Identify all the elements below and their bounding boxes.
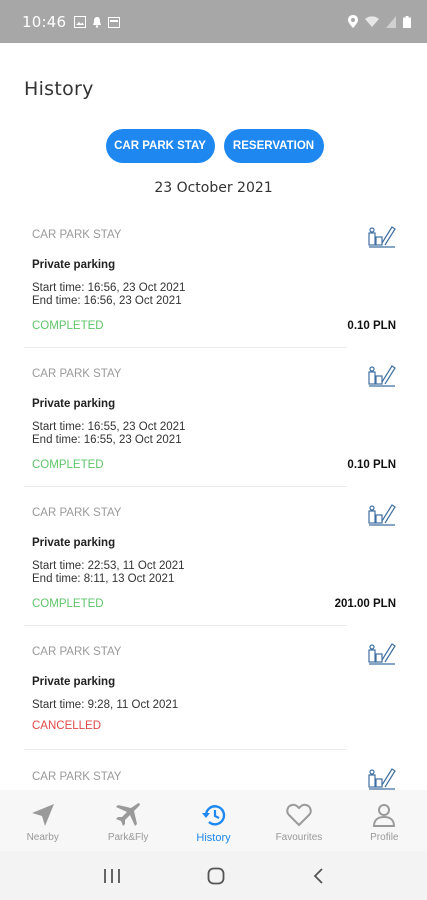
recents-icon[interactable] xyxy=(103,868,121,884)
parking-icon xyxy=(368,643,396,665)
back-icon[interactable] xyxy=(312,867,324,885)
system-nav-bar xyxy=(0,851,427,900)
nav-profile[interactable]: Profile xyxy=(342,790,427,851)
nav-label: Profile xyxy=(370,832,399,843)
parking-icon xyxy=(368,504,396,526)
home-icon[interactable] xyxy=(207,867,225,885)
history-card[interactable]: CAR PARK STAY xyxy=(32,757,396,790)
signal-icon xyxy=(386,15,396,28)
divider xyxy=(24,749,347,750)
person-icon xyxy=(373,804,396,827)
airplane-icon xyxy=(116,803,140,826)
history-card[interactable]: CAR PARK STAY Private parking Start time… xyxy=(32,632,396,747)
history-icon xyxy=(201,805,225,826)
card-name: Private parking xyxy=(32,676,116,688)
card-type: CAR PARK STAY xyxy=(32,229,122,241)
parking-icon xyxy=(368,226,396,248)
status-badge: COMPLETED xyxy=(32,459,104,471)
card-type: CAR PARK STAY xyxy=(32,368,122,380)
card-start-time: Start time: 9:28, 11 Oct 2021 xyxy=(32,699,179,711)
bottom-nav: Nearby Park&Fly History Favourites Profi… xyxy=(0,790,427,851)
history-tabs: CAR PARK STAY RESERVATION xyxy=(0,129,427,163)
location-icon xyxy=(348,15,358,28)
image-icon xyxy=(74,15,87,28)
date-heading: 23 October 2021 xyxy=(154,180,273,196)
card-name: Private parking xyxy=(32,259,116,271)
history-card[interactable]: CAR PARK STAY Private parking Start time… xyxy=(32,354,396,484)
card-type: CAR PARK STAY xyxy=(32,771,122,783)
nav-label: Park&Fly xyxy=(107,832,149,843)
nav-favourites[interactable]: Favourites xyxy=(256,790,341,851)
card-start-time: Start time: 16:56, 23 Oct 2021 xyxy=(32,282,186,294)
card-type: CAR PARK STAY xyxy=(32,646,122,658)
nav-label: Favourites xyxy=(275,832,323,843)
nav-park-fly[interactable]: Park&Fly xyxy=(85,790,170,851)
history-card[interactable]: CAR PARK STAY Private parking Start time… xyxy=(32,215,396,345)
notification-icon xyxy=(93,16,102,28)
history-list[interactable]: CAR PARK STAY Private parking Start time… xyxy=(0,215,427,790)
status-time: 10:46 xyxy=(22,12,67,31)
card-end-time: End time: 8:11, 13 Oct 2021 xyxy=(32,573,175,585)
divider xyxy=(24,347,347,348)
card-type: CAR PARK STAY xyxy=(32,507,122,519)
nav-nearby[interactable]: Nearby xyxy=(0,790,85,851)
card-price: 0.10 PLN xyxy=(347,459,396,471)
status-bar: 10:46 xyxy=(0,0,427,43)
parking-icon xyxy=(368,768,396,790)
navigation-arrow-icon xyxy=(31,804,54,826)
status-badge: CANCELLED xyxy=(32,720,102,732)
divider xyxy=(24,486,347,487)
parking-icon xyxy=(368,365,396,387)
card-name: Private parking xyxy=(32,537,116,549)
nav-label: History xyxy=(196,832,231,844)
card-start-time: Start time: 16:55, 23 Oct 2021 xyxy=(32,421,186,433)
card-price: 0.10 PLN xyxy=(347,320,396,332)
wifi-icon xyxy=(365,15,379,27)
heart-icon xyxy=(286,803,312,827)
history-card[interactable]: CAR PARK STAY Private parking Start time… xyxy=(32,493,396,623)
card-name: Private parking xyxy=(32,398,116,410)
calendar-icon xyxy=(108,16,121,28)
card-end-time: End time: 16:56, 23 Oct 2021 xyxy=(32,295,182,307)
nav-label: Nearby xyxy=(26,832,59,843)
battery-icon xyxy=(403,15,411,28)
status-badge: COMPLETED xyxy=(32,598,104,610)
tab-reservation[interactable]: RESERVATION xyxy=(223,129,324,163)
card-price: 201.00 PLN xyxy=(334,598,396,610)
nav-history[interactable]: History xyxy=(171,790,256,851)
page-title: History xyxy=(24,78,94,100)
divider xyxy=(24,625,347,626)
tab-car-park-stay[interactable]: CAR PARK STAY xyxy=(105,129,215,163)
card-end-time: End time: 16:55, 23 Oct 2021 xyxy=(32,434,182,446)
card-start-time: Start time: 22:53, 11 Oct 2021 xyxy=(32,560,185,572)
status-badge: COMPLETED xyxy=(32,320,104,332)
